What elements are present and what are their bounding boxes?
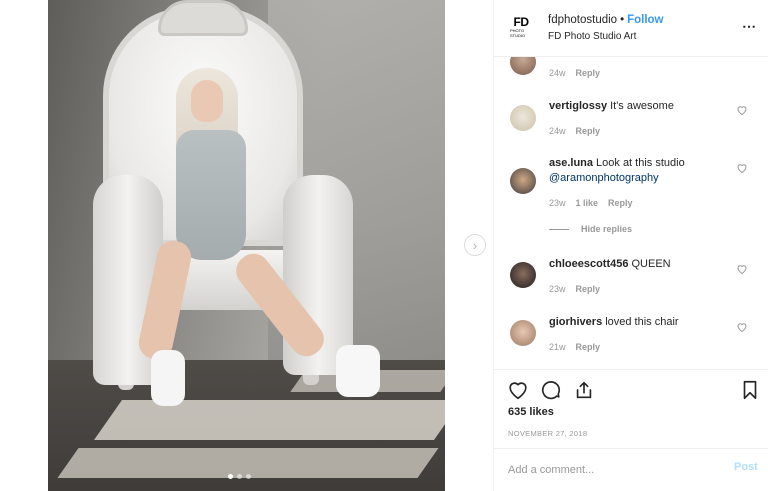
share-icon[interactable] (573, 379, 595, 401)
chevron-right-icon: › (472, 237, 478, 253)
reply-button[interactable]: Reply (576, 284, 601, 294)
comment-text: chloeescott456 QUEEN ⁣⁣ (549, 257, 739, 272)
add-comment-bar: Post (494, 448, 768, 491)
comments-list[interactable]: 24w Reply vertiglossy It's awesome⁣⁣ 24w Re… (494, 57, 768, 369)
separator: • (620, 14, 625, 26)
hide-replies-button[interactable]: Hide replies (549, 224, 632, 234)
post-actions (494, 369, 768, 409)
comment-time: 24w (549, 126, 566, 136)
divider (549, 228, 569, 230)
carousel-dot-active (228, 474, 233, 479)
comment-time: 21w (549, 342, 566, 352)
reply-button[interactable]: Reply (576, 342, 601, 352)
add-comment-input[interactable] (508, 461, 718, 479)
comment-text: ase.luna Look at this studio @aramonphoto… (549, 156, 739, 186)
follow-button[interactable]: Follow (627, 14, 663, 26)
carousel-dot (246, 474, 251, 479)
comment-avatar[interactable] (510, 57, 536, 75)
comment-body: QUEEN ⁣⁣ (631, 258, 674, 270)
post-photo[interactable] (48, 0, 445, 491)
comment-username[interactable]: ase.luna (549, 157, 593, 169)
model-shoe (336, 345, 380, 397)
like-comment-icon[interactable] (736, 321, 748, 333)
model-shoe (151, 350, 185, 406)
likes-count[interactable]: 635 likes (508, 406, 554, 418)
comment-meta: 23w Reply (549, 284, 600, 294)
comment-likes[interactable]: 1 like (576, 198, 599, 208)
comment-mention-link[interactable]: @aramonphotography (549, 172, 659, 184)
logo-subtext: PHOTO STUDIO (510, 27, 526, 38)
comment-icon[interactable] (540, 379, 562, 401)
like-comment-icon[interactable] (736, 263, 748, 275)
carousel-dot (237, 474, 242, 479)
account-line: fdphotostudio • Follow (548, 14, 664, 26)
like-comment-icon[interactable] (736, 104, 748, 116)
account-username[interactable]: fdphotostudio (548, 14, 617, 26)
comment-meta: 23w 1 like Reply (549, 198, 633, 208)
comment-time: 23w (549, 198, 566, 208)
comment-avatar[interactable] (510, 320, 536, 346)
post-header: FD PHOTO STUDIO fdphotostudio • Follow FD … (494, 0, 768, 57)
reply-button[interactable]: Reply (608, 198, 633, 208)
post-comment-button[interactable]: Post (734, 461, 758, 473)
comment-meta: 24w Reply (549, 126, 600, 136)
comment-text: vertiglossy It's awesome⁣⁣ (549, 99, 739, 114)
comment-meta: 21w Reply (549, 342, 600, 352)
comment-avatar[interactable] (510, 105, 536, 131)
bookmark-icon[interactable] (739, 379, 761, 401)
account-full-name[interactable]: FD Photo Studio Art (548, 31, 636, 42)
comment-time: 24w (549, 68, 566, 78)
model-body (176, 130, 246, 260)
comment-body: Look at this studio (596, 157, 685, 169)
reply-button[interactable]: Reply (576, 126, 601, 136)
throne-crest (158, 0, 248, 36)
hide-replies-label: Hide replies (581, 224, 633, 234)
post-date: NOVEMBER 27, 2018 (508, 429, 588, 438)
comment-avatar[interactable] (510, 168, 536, 194)
post-sidebar: FD PHOTO STUDIO fdphotostudio • Follow FD … (493, 0, 768, 491)
like-comment-icon[interactable] (736, 162, 748, 174)
carousel-dots (228, 474, 251, 479)
comment-body: loved this chair (605, 316, 679, 328)
logo-text: FD (513, 14, 530, 29)
more-options-icon[interactable]: ⋯ (742, 18, 757, 35)
model-face (191, 80, 223, 122)
comment-text: giorhivers loved this chair (549, 315, 739, 330)
comment-time: 23w (549, 284, 566, 294)
comment-username[interactable]: chloeescott456 (549, 258, 628, 270)
photo-light-stripe (93, 400, 445, 440)
comment-username[interactable]: giorhivers (549, 316, 602, 328)
comment-meta: 24w Reply (549, 68, 600, 78)
comment-username[interactable]: vertiglossy (549, 100, 607, 112)
heart-icon[interactable] (507, 379, 529, 401)
comment-avatar[interactable] (510, 262, 536, 288)
account-avatar[interactable]: FD PHOTO STUDIO (510, 16, 532, 38)
reply-button[interactable]: Reply (576, 68, 601, 78)
comment-body: It's awesome⁣⁣ (610, 100, 674, 112)
next-slide-button[interactable]: › (464, 234, 486, 256)
